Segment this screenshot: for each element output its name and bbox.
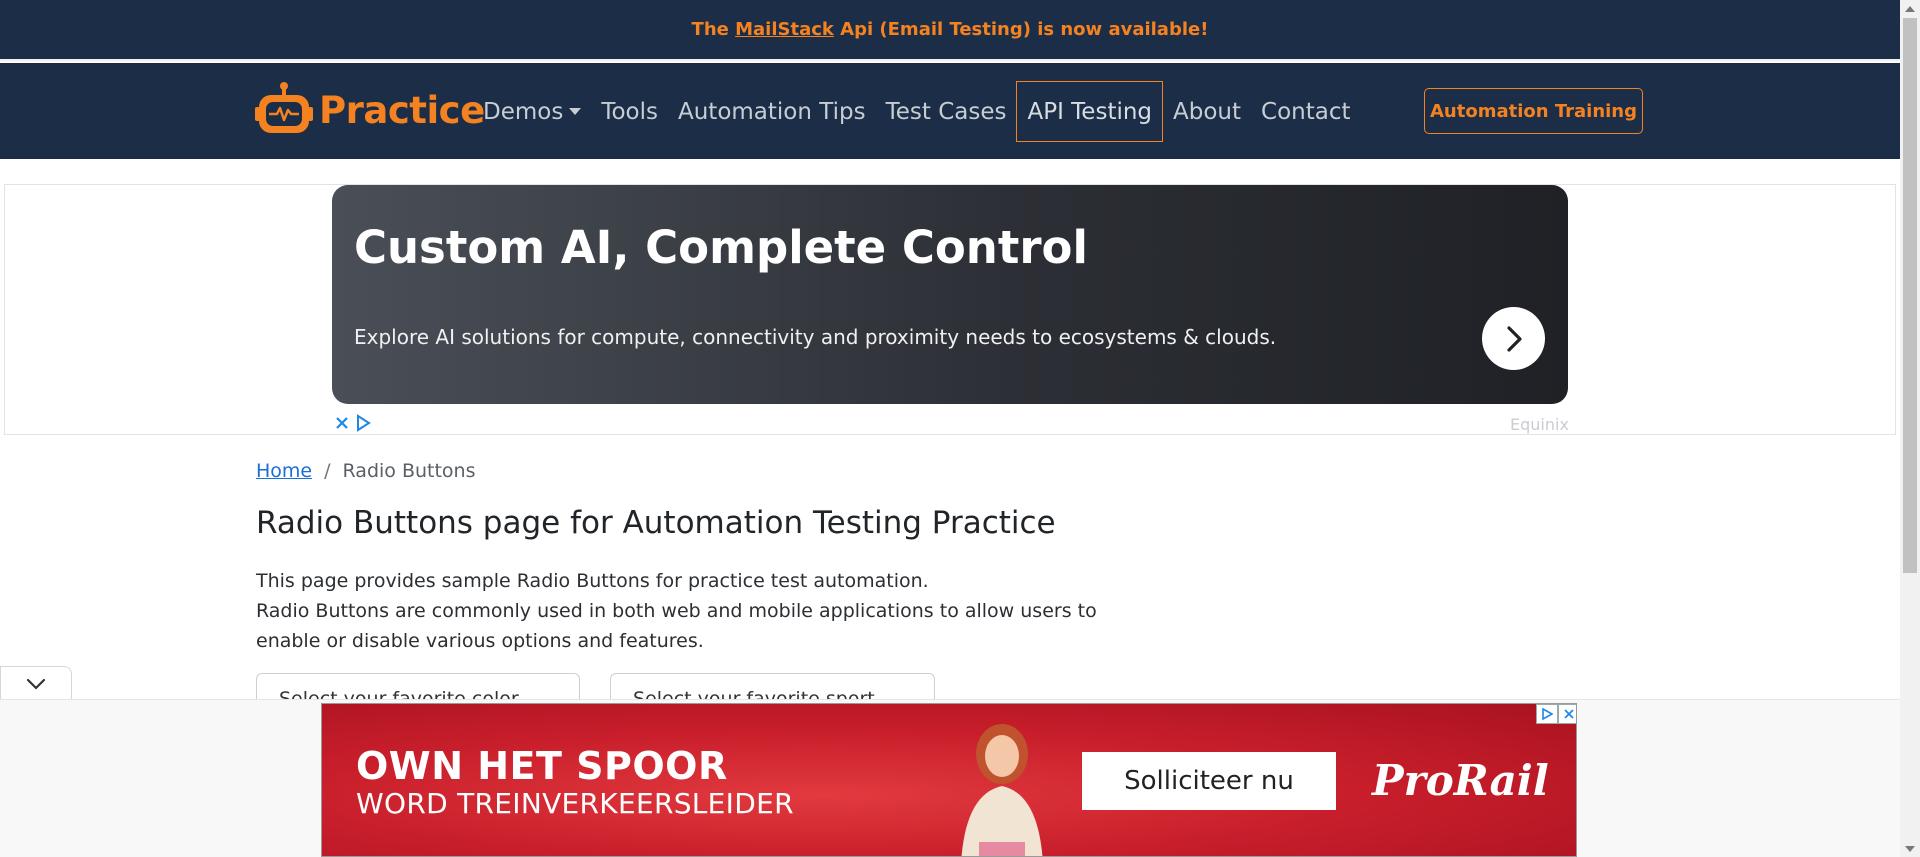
nav-about[interactable]: About <box>1163 81 1251 142</box>
bottom-ad-subheadline: WORD TREINVERKEERSLEIDER <box>356 787 794 820</box>
scrollbar-thumb[interactable] <box>1903 18 1917 573</box>
ad-choices <box>334 414 372 432</box>
nav-automation-tips[interactable]: Automation Tips <box>668 81 876 142</box>
caret-down-icon <box>569 108 582 115</box>
nav-demos-dropdown[interactable]: Demos <box>473 81 591 142</box>
robot-logo-icon <box>255 81 313 139</box>
mailstack-link[interactable]: MailStack <box>735 19 834 40</box>
top-ad-banner[interactable]: Custom AI, Complete Control Explore AI s… <box>332 185 1568 404</box>
announcement-bar: The MailStack Api (Email Testing) is now… <box>0 0 1900 61</box>
bottom-ad-headline: OWN HET SPOOR <box>356 744 728 788</box>
scroll-down-arrow-icon[interactable] <box>1900 840 1920 857</box>
ad-arrow-button[interactable] <box>1482 307 1545 370</box>
nav-api-testing[interactable]: API Testing <box>1016 81 1164 142</box>
bottom-ad-person-image <box>937 714 1067 856</box>
ad-title: Custom AI, Complete Control <box>354 221 1088 274</box>
announcement-suffix: Api (Email Testing) is now available! <box>833 19 1209 40</box>
ad-close-icon[interactable] <box>1558 704 1576 724</box>
ad-subtitle: Explore AI solutions for compute, connec… <box>354 325 1277 349</box>
scroll-up-arrow-icon[interactable] <box>1900 0 1920 17</box>
breadcrumb-home-link[interactable]: Home <box>256 460 312 482</box>
nav-contact[interactable]: Contact <box>1251 81 1360 142</box>
breadcrumb: Home / Radio Buttons <box>256 460 476 482</box>
intro-line-2: Radio Buttons are commonly used in both … <box>256 600 1097 652</box>
breadcrumb-current: Radio Buttons <box>342 460 476 482</box>
ad-choices-icon[interactable] <box>1536 704 1558 724</box>
automation-training-button[interactable]: Automation Training <box>1424 88 1643 134</box>
bottom-ad-banner[interactable]: OWN HET SPOOR WORD TREINVERKEERSLEIDER S… <box>321 703 1577 857</box>
bottom-ad-controls <box>1536 704 1576 724</box>
intro-text: This page provides sample Radio Buttons … <box>256 566 1156 656</box>
nav-links: Demos Tools Automation Tips Test Cases A… <box>473 81 1361 142</box>
chevron-right-icon <box>1506 325 1522 352</box>
intro-line-1: This page provides sample Radio Buttons … <box>256 570 929 592</box>
nav-tools[interactable]: Tools <box>591 81 668 142</box>
ad-choices-icon[interactable] <box>354 414 372 432</box>
prorail-logo: ProRail <box>1372 756 1549 805</box>
main-navbar: Practice Demos Tools Automation Tips Tes… <box>0 63 1900 159</box>
announcement-prefix: The <box>691 19 736 40</box>
brand-link[interactable]: Practice <box>255 81 485 139</box>
nav-demos-label: Demos <box>483 98 564 125</box>
nav-test-cases[interactable]: Test Cases <box>876 81 1017 142</box>
page-title: Radio Buttons page for Automation Testin… <box>256 505 1056 541</box>
announcement-text: The MailStack Api (Email Testing) is now… <box>692 19 1209 40</box>
ad-close-icon[interactable] <box>334 415 350 431</box>
chevron-down-icon <box>26 678 46 690</box>
brand-name: Practice <box>319 88 485 132</box>
ad-sponsor-label[interactable]: Equinix <box>1510 415 1569 434</box>
ad-collapse-toggle[interactable] <box>0 666 72 700</box>
vertical-scrollbar[interactable] <box>1900 0 1920 857</box>
breadcrumb-separator: / <box>324 460 331 482</box>
solliciteer-button[interactable]: Solliciteer nu <box>1082 752 1336 810</box>
